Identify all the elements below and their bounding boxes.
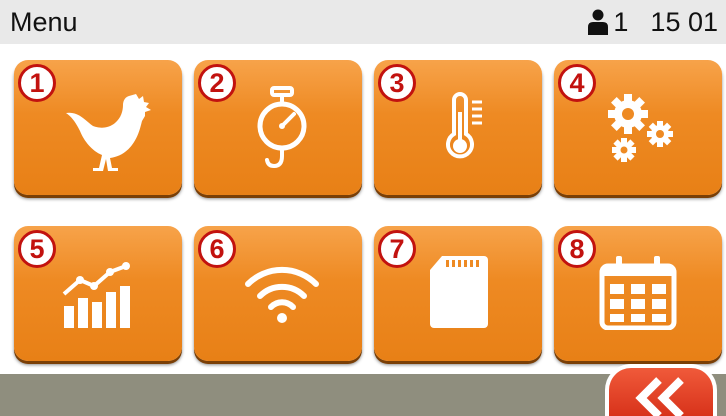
page-title: Menu [10,7,78,37]
menu-tile-7[interactable]: 7 [374,226,542,361]
tile-number-badge: 2 [198,64,236,102]
menu-tile-8[interactable]: 8 [554,226,722,361]
user-icon [588,9,609,35]
menu-tile-5[interactable]: 5 [14,226,182,361]
clock: 15 01 [650,6,718,37]
growth-chart-icon [62,262,130,328]
wifi-icon [245,266,319,323]
calendar-icon [599,256,677,330]
hanging-scale-icon [257,86,307,169]
menu-tile-6[interactable]: 6 [194,226,362,361]
tile-number-badge: 6 [198,230,236,268]
thermometer-icon [446,92,482,159]
tile-number-badge: 7 [378,230,416,268]
tile-number-badge: 1 [18,64,56,102]
menu-tile-2[interactable]: 2 [194,60,362,195]
menu-tile-3[interactable]: 3 [374,60,542,195]
user-count: 1 [613,6,629,37]
tile-number-badge: 4 [558,64,596,102]
rooster-icon [66,94,151,171]
menu-tile-4[interactable]: 4 [554,60,722,195]
status-area: 1 15 01 [587,7,718,37]
tile-number-badge: 8 [558,230,596,268]
tile-number-badge: 3 [378,64,416,102]
top-status-bar: Menu 1 15 01 [0,0,726,44]
sd-card-icon [430,256,488,328]
back-button[interactable] [605,364,717,416]
double-chevron-left-icon [635,377,684,416]
tile-number-badge: 5 [18,230,56,268]
gears-icon [608,94,673,162]
menu-tile-1[interactable]: 1 [14,60,182,195]
